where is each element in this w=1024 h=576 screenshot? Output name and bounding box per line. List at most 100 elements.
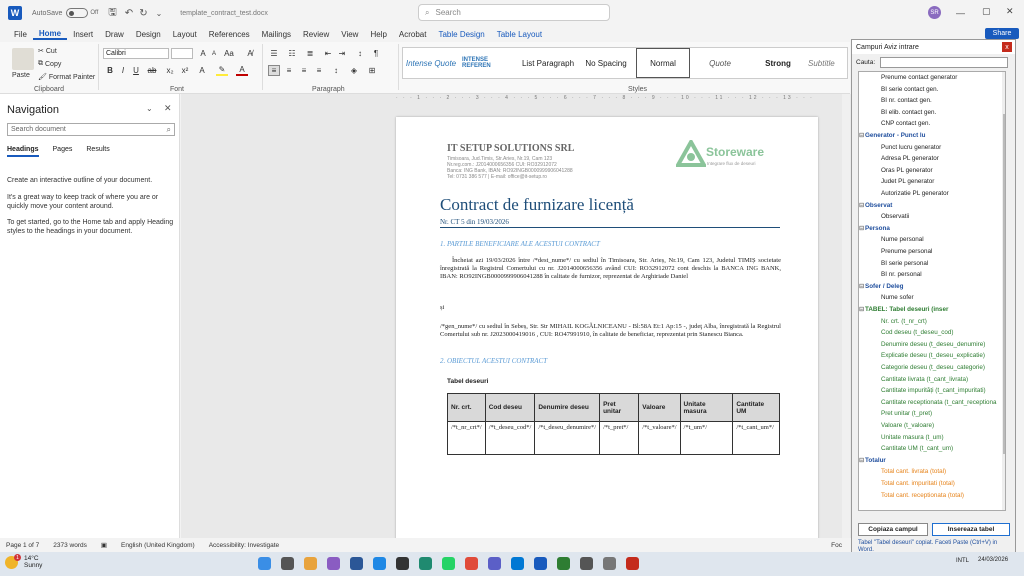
storeware-app-icon[interactable] [557, 557, 570, 570]
tree-item[interactable]: Nr. crt. (t_nr_crt) [881, 318, 927, 325]
copy-button[interactable]: ⧉ Copy [38, 60, 61, 68]
tree-item[interactable]: BI nr. personal [881, 271, 922, 278]
keyboard-language[interactable]: INTL [956, 558, 969, 564]
strikethrough-icon[interactable]: ab [146, 65, 158, 76]
menu-table-layout[interactable]: Table Layout [491, 30, 548, 39]
tree-item[interactable]: Adresa PL generator [881, 155, 939, 162]
table-cell[interactable]: /*t_cant_um*/ [732, 421, 780, 455]
table-header-cell[interactable]: Valoare [638, 393, 681, 422]
nav-close-icon[interactable]: ✕ [164, 103, 172, 114]
tree-item[interactable]: Total cant. impuritati (total) [881, 480, 955, 487]
document-scrollbar[interactable] [842, 94, 850, 538]
qat-more-icon[interactable]: ⌄ [156, 9, 163, 18]
change-case-icon[interactable]: Aa [223, 48, 235, 59]
tree-group[interactable]: Persona [865, 225, 890, 232]
style-intense-quote[interactable]: Intense Quote [402, 48, 460, 78]
proofing-icon[interactable]: ▣ [101, 541, 107, 549]
clear-format-icon[interactable]: A̸ [244, 48, 256, 59]
tree-item[interactable]: Unitate masura (t_um) [881, 434, 944, 441]
align-right-icon[interactable]: ≡ [298, 65, 310, 76]
table-cell[interactable]: /*t_valoare*/ [638, 421, 681, 455]
app-icon[interactable] [603, 557, 616, 570]
style-list-paragraph[interactable]: List Paragraph [520, 48, 576, 78]
tab-headings[interactable]: Headings [7, 146, 39, 157]
chrome-icon[interactable] [373, 557, 386, 570]
waste-table[interactable]: Nr. crt. Cod deseu Denumire deseu Pret u… [447, 393, 780, 455]
table-header-cell[interactable]: Pret unitar [599, 393, 640, 422]
style-subtitle[interactable]: Subtitle [808, 48, 848, 78]
decrease-indent-icon[interactable]: ⇤ [322, 48, 334, 59]
style-no-spacing[interactable]: No Spacing [578, 48, 634, 78]
table-header-cell[interactable]: Cantitate UM [732, 393, 780, 422]
menu-acrobat[interactable]: Acrobat [393, 30, 433, 39]
tree-item[interactable]: BI nr. contact gen. [881, 97, 932, 104]
menu-view[interactable]: View [335, 30, 364, 39]
insert-table-button[interactable]: Insereaza tabel [932, 523, 1010, 536]
vscode-icon[interactable] [350, 557, 363, 570]
tree-item[interactable]: Cantitate impurități (t_cant_impuritati) [881, 387, 986, 394]
horizontal-ruler[interactable]: · · · 1 · · · 2 · · · 3 · · · 4 · · · 5 … [396, 95, 816, 103]
tree-item[interactable]: Cantitate UM (t_cant_um) [881, 445, 953, 452]
table-cell[interactable]: /*t_pret*/ [599, 421, 640, 455]
tree-item[interactable]: Cantitate receptionata (t_cant_reception… [881, 399, 997, 406]
tree-item[interactable]: Judet PL generator [881, 178, 934, 185]
collapse-icon[interactable]: ⊟ [859, 225, 864, 232]
tree-item[interactable]: Valoare (t_valoare) [881, 422, 934, 429]
paste-button[interactable]: Paste [12, 72, 30, 79]
menu-layout[interactable]: Layout [167, 30, 203, 39]
font-color-icon[interactable]: A [236, 65, 248, 76]
tree-item[interactable]: Oras PL generator [881, 167, 933, 174]
table-cell[interactable]: /*t_nr_crt*/ [447, 421, 486, 455]
text-effects-icon[interactable]: A [196, 65, 208, 76]
underline-icon[interactable]: U [130, 65, 142, 76]
increase-indent-icon[interactable]: ⇥ [336, 48, 348, 59]
tree-item[interactable]: CNP contact gen. [881, 120, 930, 127]
collapse-icon[interactable]: ⊟ [859, 283, 864, 290]
document-area[interactable]: · · · 1 · · · 2 · · · 3 · · · 4 · · · 5 … [181, 94, 851, 538]
italic-icon[interactable]: I [117, 65, 129, 76]
nav-search-icon[interactable]: ⌕ [167, 125, 171, 135]
nav-search-input[interactable]: Search document ⌕ [7, 123, 175, 136]
system-clock[interactable]: 24/03/2026 [978, 556, 1008, 564]
word-taskbar-icon[interactable] [534, 557, 547, 570]
shading-icon[interactable]: ◈ [348, 65, 360, 76]
table-cell[interactable]: /*t_um*/ [679, 421, 734, 455]
bold-icon[interactable]: B [104, 65, 116, 76]
table-header-cell[interactable]: Nr. crt. [447, 393, 486, 422]
panel-search-input[interactable] [880, 57, 1008, 68]
app-icon[interactable] [626, 557, 639, 570]
tree-item[interactable]: Cod deseu (t_deseu_cod) [881, 329, 953, 336]
tree-item[interactable]: Observatii [881, 213, 909, 220]
tree-scrollbar[interactable] [1002, 72, 1005, 510]
collapse-icon[interactable]: ⊟ [859, 306, 864, 313]
line-spacing-icon[interactable]: ↕ [330, 65, 342, 76]
autosave-toggle[interactable] [66, 8, 89, 18]
table-cell[interactable]: /*t_deseu_denumire*/ [534, 421, 601, 455]
copy-field-button[interactable]: Copiaza campul [858, 523, 928, 536]
menu-insert[interactable]: Insert [67, 30, 99, 39]
tree-item[interactable]: Total cant. livrata (total) [881, 468, 946, 475]
format-painter-button[interactable]: 🖌 Format Painter [38, 73, 95, 82]
align-left-icon[interactable]: ≡ [268, 65, 280, 76]
weather-widget[interactable]: 14°C Sunny [24, 555, 42, 569]
tree-group[interactable]: Observat [865, 202, 892, 209]
minimize-icon[interactable]: — [956, 8, 965, 18]
tree-item[interactable]: Categorie deseu (t_deseu_categorie) [881, 364, 985, 371]
justify-icon[interactable]: ≡ [313, 65, 325, 76]
menu-review[interactable]: Review [297, 30, 335, 39]
word-count[interactable]: 2373 words [53, 542, 87, 549]
paste-icon[interactable] [12, 48, 34, 70]
collapse-icon[interactable]: ⊟ [859, 202, 864, 209]
tree-item[interactable]: Explicatie deseu (t_deseu_explicatie) [881, 352, 985, 359]
app-icon[interactable] [419, 557, 432, 570]
highlight-icon[interactable]: ✎ [216, 65, 228, 76]
document-page[interactable]: IT SETUP SOLUTIONS SRL Timisoara, Jud.Ti… [396, 117, 818, 538]
teams-icon[interactable] [488, 557, 501, 570]
collapse-icon[interactable]: ⊟ [859, 132, 864, 139]
menu-references[interactable]: References [203, 30, 256, 39]
terminal-icon[interactable] [396, 557, 409, 570]
tree-item[interactable]: Prenume contact generator [881, 74, 957, 81]
menu-mailings[interactable]: Mailings [256, 30, 297, 39]
accessibility-status[interactable]: Accessibility: Investigate [209, 542, 279, 549]
visual-studio-icon[interactable] [327, 557, 340, 570]
